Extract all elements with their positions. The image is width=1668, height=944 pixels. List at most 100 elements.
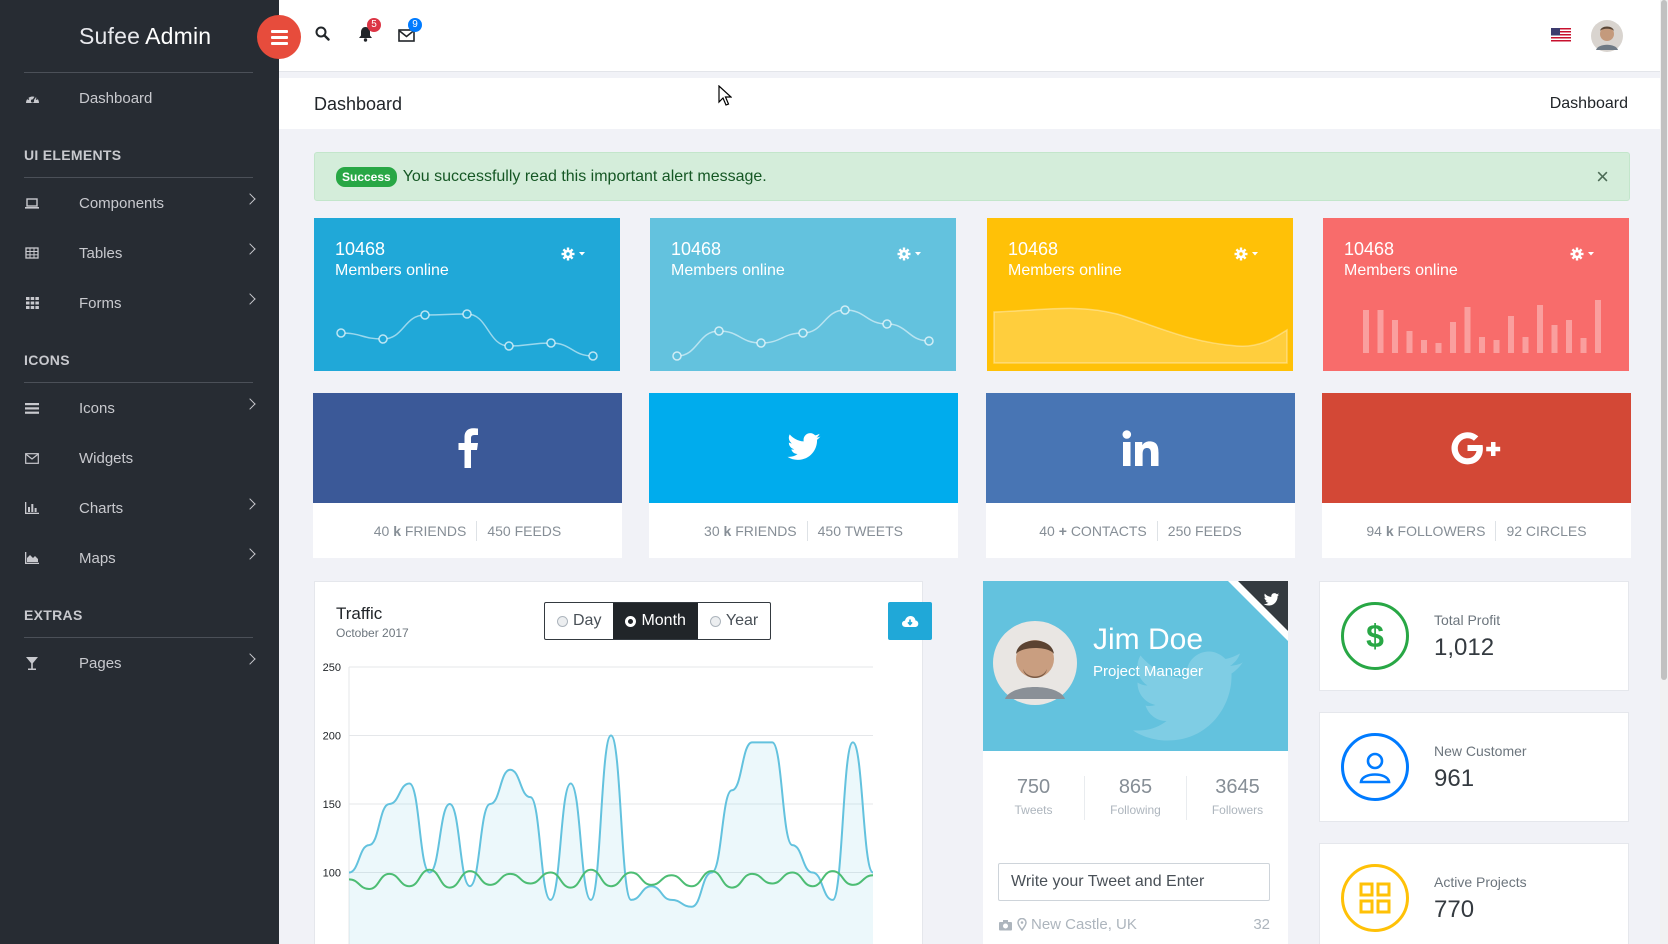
stat-label: Following xyxy=(1110,803,1161,817)
area-chart-icon xyxy=(24,551,40,565)
chevron-right-icon xyxy=(244,398,256,410)
sidebar-item-widgets[interactable]: Widgets xyxy=(0,433,279,483)
social-stat-label: FRIENDS xyxy=(404,522,467,539)
social-stat-a: 40 k FRIENDS xyxy=(374,523,467,539)
mini-stat-label: New Customer xyxy=(1434,743,1527,759)
page-title: Dashboard xyxy=(314,94,403,114)
social-stat-label: FOLLOWERS xyxy=(1397,522,1486,539)
linkedin-icon xyxy=(1122,430,1160,466)
mini-stat-card: New Customer 961 xyxy=(1319,712,1629,822)
brand-logo[interactable]: Sufee Admin xyxy=(0,0,279,72)
social-header xyxy=(313,393,622,503)
social-box-twitter[interactable]: 30 k FRIENDS 450 TWEETS xyxy=(649,393,958,558)
brand-light: Sufee xyxy=(79,22,141,49)
glass-icon xyxy=(24,656,40,670)
sidebar-item-tables[interactable]: Tables xyxy=(0,228,279,278)
social-stat-unit: + xyxy=(1058,522,1067,539)
menu-toggle-button[interactable] xyxy=(257,15,301,59)
alert-message: You successfully read this important ale… xyxy=(402,167,767,185)
radio-icon xyxy=(709,615,721,627)
social-stat-number: 40 xyxy=(1039,522,1055,539)
sidebar-item-pages[interactable]: Pages xyxy=(0,638,279,688)
stat-separator xyxy=(806,520,808,541)
mini-stat-label: Active Projects xyxy=(1434,874,1527,890)
map-marker-icon xyxy=(1017,918,1027,931)
stat-value: 865 xyxy=(1118,776,1153,798)
sidebar-item-label: Icons xyxy=(79,399,115,417)
sidebar-item-forms[interactable]: Forms xyxy=(0,278,279,328)
social-stat-label: FRIENDS xyxy=(735,522,797,539)
sidebar-item-dashboard[interactable]: Dashboard xyxy=(0,73,279,123)
location: New Castle, UK xyxy=(998,916,1137,933)
location-text: New Castle, UK xyxy=(1031,916,1137,933)
social-box-linkedin[interactable]: 40 + CONTACTS 250 FEEDS xyxy=(986,393,1295,558)
social-stats: 40 k FRIENDS 450 FEEDS xyxy=(313,503,622,558)
us-flag-icon[interactable] xyxy=(1551,28,1571,47)
social-stat-b: 450 TWEETS xyxy=(817,522,903,539)
profile-stat: 750 Tweets xyxy=(983,776,1085,820)
social-stats: 30 k FRIENDS 450 TWEETS xyxy=(649,503,958,558)
download-button[interactable] xyxy=(888,602,932,640)
period-option-month[interactable]: Month xyxy=(613,603,698,639)
google-plus-icon xyxy=(1450,430,1504,466)
sidebar-item-label: Charts xyxy=(79,499,124,517)
envelope-icon xyxy=(24,451,40,465)
chevron-right-icon xyxy=(244,548,256,560)
social-stat-a: 40 + CONTACTS xyxy=(1039,523,1147,539)
stat-value: 750 xyxy=(1016,776,1051,798)
tweet-input[interactable]: Write your Tweet and Enter xyxy=(998,863,1270,901)
mini-stat-label: Total Profit xyxy=(1434,612,1501,628)
dashboard-icon xyxy=(24,91,40,105)
social-stat-number: 30 xyxy=(704,522,720,539)
layout-icon xyxy=(1341,864,1409,932)
laptop-icon xyxy=(24,196,40,210)
period-option-day[interactable]: Day xyxy=(545,603,613,639)
mini-stat-value: 770 xyxy=(1434,896,1475,923)
period-option-year[interactable]: Year xyxy=(698,603,770,639)
profile-role: Project Manager xyxy=(1093,663,1204,680)
breadcrumb-current[interactable]: Dashboard xyxy=(1550,95,1628,113)
stat-separator xyxy=(1156,520,1158,541)
social-header xyxy=(986,393,1295,503)
y-tick-label: 250 xyxy=(323,662,341,674)
sidebar-item-icons[interactable]: Icons xyxy=(0,383,279,433)
sidebar-section-title: ICONS xyxy=(24,352,70,368)
search-icon[interactable] xyxy=(315,26,330,46)
sidebar-section-title: UI ELEMENTS xyxy=(24,147,122,163)
social-stat-b: 92 CIRCLES xyxy=(1506,522,1587,539)
social-box-facebook[interactable]: 40 k FRIENDS 450 FEEDS xyxy=(313,393,622,558)
sidebar-item-label: Maps xyxy=(79,549,116,567)
envelope-icon[interactable]: 9 xyxy=(398,18,422,47)
social-stat-unit: k xyxy=(393,522,401,539)
page-scrollbar[interactable] xyxy=(1660,0,1668,944)
sidebar-item-charts[interactable]: Charts xyxy=(0,483,279,533)
breadcrumb: Dashboard Dashboard xyxy=(279,78,1668,129)
twitter-icon[interactable] xyxy=(1263,593,1280,607)
profile-stats: 750 Tweets 865 Following 3645 Followers xyxy=(983,776,1288,820)
mini-stat-card: Active Projects 770 xyxy=(1319,843,1629,944)
social-box-google-plus[interactable]: 94 k FOLLOWERS 92 CIRCLES xyxy=(1322,393,1631,558)
chevron-right-icon xyxy=(244,653,256,665)
alert-close-button[interactable]: × xyxy=(1596,164,1609,190)
user-avatar[interactable] xyxy=(1591,20,1623,57)
profile-name: Jim Doe xyxy=(1093,623,1204,656)
social-header xyxy=(649,393,958,503)
profile-avatar xyxy=(993,621,1077,705)
mini-stat-value: 1,012 xyxy=(1434,634,1495,661)
social-stat-number: 40 xyxy=(373,522,390,539)
social-stat-unit: k xyxy=(723,522,732,539)
cloud-download-icon xyxy=(902,615,919,627)
sidebar-item-components[interactable]: Components xyxy=(0,178,279,228)
period-toggle: Day Month Year xyxy=(544,602,772,640)
radio-icon xyxy=(557,615,568,627)
sidebar-item-maps[interactable]: Maps xyxy=(0,533,279,583)
social-stats: 94 k FOLLOWERS 92 CIRCLES xyxy=(1322,503,1631,558)
grid-icon xyxy=(24,296,40,310)
social-stat-a: 30 k FRIENDS xyxy=(704,523,797,539)
profile-stat: 865 Following xyxy=(1085,776,1187,820)
user-icon xyxy=(1341,733,1409,801)
social-stat-label: CONTACTS xyxy=(1070,522,1147,539)
mini-stat-card: $ Total Profit 1,012 xyxy=(1319,581,1629,691)
bell-icon[interactable]: 5 xyxy=(358,18,381,47)
mini-stat-value: 961 xyxy=(1434,765,1475,792)
